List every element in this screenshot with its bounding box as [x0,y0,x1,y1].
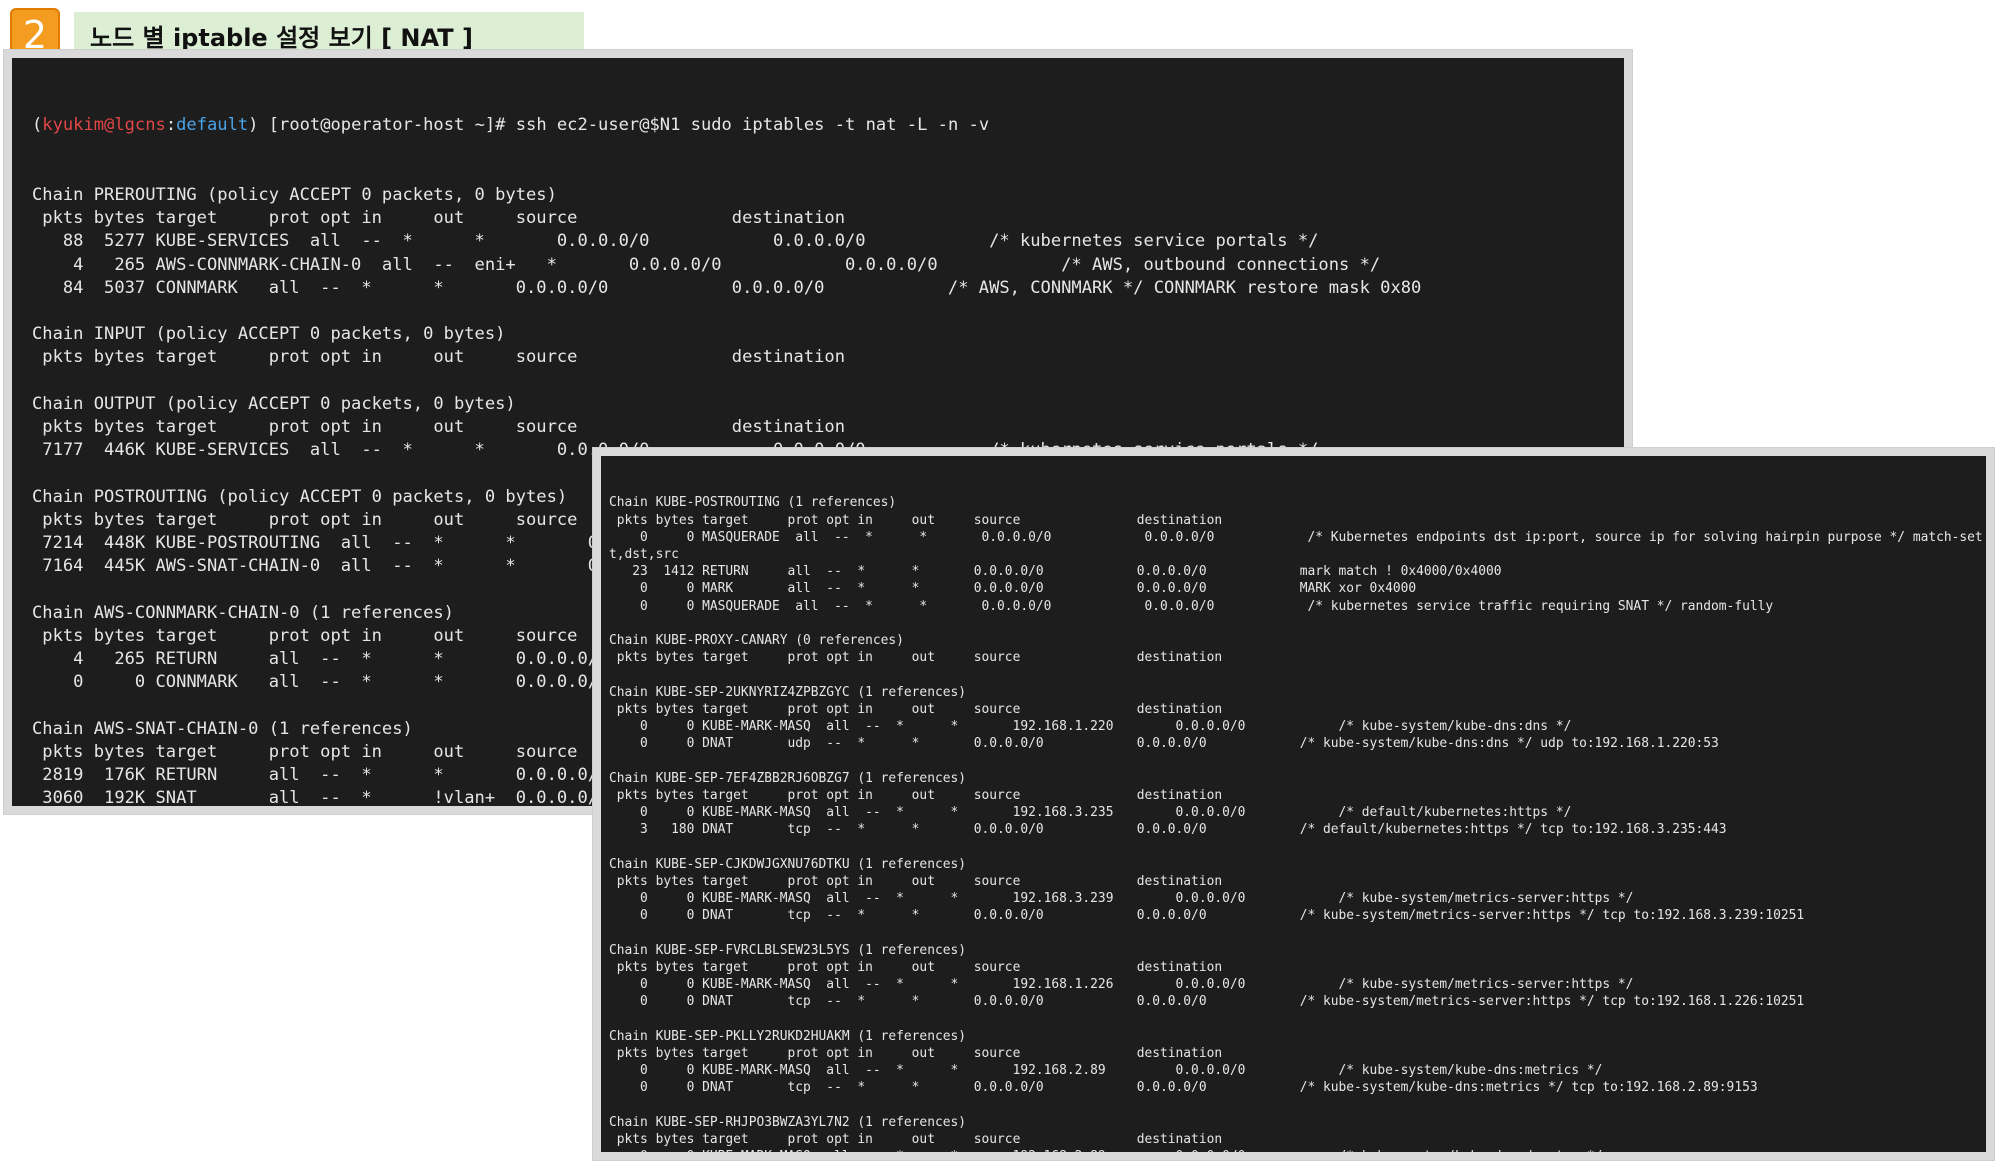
page-title: 노드 별 iptable 설정 보기 [ NAT ] [74,12,584,58]
terminal-line: pkts bytes target prot opt in out source… [609,787,1223,803]
prompt-sep: : [165,115,177,136]
terminal-line: t,dst,src [609,547,679,563]
terminal-line: pkts bytes target prot opt in out source… [609,650,1223,666]
terminal-line: pkts bytes target prot opt in out source… [609,959,1223,975]
terminal-line: Chain KUBE-POSTROUTING (1 references) [609,495,897,511]
terminal-line: pkts bytes target prot opt in out source… [609,701,1223,717]
terminal-line: Chain KUBE-SEP-7EF4ZBB2RJ6OBZG7 (1 refer… [609,770,966,786]
terminal-line: Chain KUBE-SEP-PKLLY2RUKD2HUAKM (1 refer… [609,1028,966,1044]
terminal-line: 0 0 DNAT udp -- * * 0.0.0.0/0 0.0.0.0/0 … [609,736,1719,752]
terminal-line: Chain KUBE-SEP-CJKDWJGXNU76DTKU (1 refer… [609,856,966,872]
terminal-line: 4 265 AWS-CONNMARK-CHAIN-0 all -- eni+ *… [32,254,1381,275]
terminal-line: 0 0 KUBE-MARK-MASQ all -- * * 192.168.2.… [609,1148,1986,1152]
terminal-line: 0 0 KUBE-MARK-MASQ all -- * * 192.168.1.… [609,977,1634,993]
terminal-line: 0 0 KUBE-MARK-MASQ all -- * * 192.168.2.… [609,1063,1603,1079]
terminal-line: pkts bytes target prot opt in out source… [32,417,846,438]
terminal-line: 0 0 MASQUERADE all -- * * 0.0.0.0/0 0.0.… [609,529,1986,545]
prompt-context: default [176,115,249,136]
terminal-line: ​ [609,838,1986,855]
terminal-line: ​ [32,370,1624,393]
prompt-command: ) [root@operator-host ~]# ssh ec2-user@$… [248,115,990,136]
terminal-line: ​ [609,666,1986,683]
terminal-line: 0 0 KUBE-MARK-MASQ all -- * * 192.168.3.… [609,891,1634,907]
terminal-line: ​ [609,615,1986,632]
terminal-line: pkts bytes target prot opt in out source… [609,1045,1223,1061]
prompt-at: @ [104,115,115,136]
terminal-line: pkts bytes target prot opt in out source… [32,347,846,368]
terminal-line: 3 180 DNAT tcp -- * * 0.0.0.0/0 0.0.0.0/… [609,822,1727,838]
step-number-badge: 2 [10,8,60,62]
terminal-line: 0 0 KUBE-MARK-MASQ all -- * * 192.168.3.… [609,805,1572,821]
terminal-line: 84 5037 CONNMARK all -- * * 0.0.0.0/0 0.… [32,277,1422,298]
terminal-line: pkts bytes target prot opt in out source… [32,208,846,229]
terminal-line: 0 0 DNAT tcp -- * * 0.0.0.0/0 0.0.0.0/0 … [609,1080,1758,1096]
terminal-line: Chain OUTPUT (policy ACCEPT 0 packets, 0… [32,393,516,414]
terminal-line: Chain KUBE-PROXY-CANARY (0 references) [609,633,904,649]
terminal-line: pkts bytes target prot opt in out source… [609,873,1223,889]
terminal-line: pkts bytes target prot opt in out source… [609,1131,1223,1147]
terminal-line: ​ [609,752,1986,769]
terminal-line: ​ [609,1011,1986,1028]
terminal-line: 0 0 MASQUERADE all -- * * 0.0.0.0/0 0.0.… [609,598,1774,614]
prompt-host: lgcns [114,115,166,136]
terminal-line: 0 0 DNAT tcp -- * * 0.0.0.0/0 0.0.0.0/0 … [609,908,1805,924]
terminal-line: pkts bytes target prot opt in out source… [609,512,1223,528]
terminal-line: Chain KUBE-SEP-RHJPO3BWZA3YL7N2 (1 refer… [609,1114,966,1130]
terminal-line: Chain PREROUTING (policy ACCEPT 0 packet… [32,185,557,206]
terminal-overlay-window[interactable]: Chain KUBE-POSTROUTING (1 references) pk… [601,456,1986,1152]
terminal-line: Chain INPUT (policy ACCEPT 0 packets, 0 … [32,324,506,345]
terminal-line: 88 5277 KUBE-SERVICES all -- * * 0.0.0.0… [32,231,1319,252]
terminal-line: 0 0 KUBE-MARK-MASQ all -- * * 192.168.1.… [609,719,1572,735]
terminal-line: 23 1412 RETURN all -- * * 0.0.0.0/0 0.0.… [609,564,1502,580]
prompt-user: kyukim [42,115,105,136]
terminal-line: Chain KUBE-SEP-2UKNYRIZ4ZPBZGYC (1 refer… [609,684,966,700]
terminal-line: 0 0 MARK all -- * * 0.0.0.0/0 0.0.0.0/0 … [609,581,1417,597]
terminal-line: Chain KUBE-SEP-FVRCLBLSEW23L5YS (1 refer… [609,942,966,958]
terminal-line: ​ [609,1097,1986,1114]
terminal-prompt-line: (kyukim@lgcns:default) [root@operator-ho… [32,114,1624,137]
prompt-open: ( [32,115,43,136]
terminal-line: ​ [609,924,1986,941]
terminal-line: ​ [32,300,1624,323]
page-title-text: 노드 별 iptable 설정 보기 [ NAT ] [90,23,473,52]
terminal-line: 0 0 DNAT tcp -- * * 0.0.0.0/0 0.0.0.0/0 … [609,994,1805,1010]
terminal-overlay-output: Chain KUBE-POSTROUTING (1 references) pk… [609,494,1986,1152]
